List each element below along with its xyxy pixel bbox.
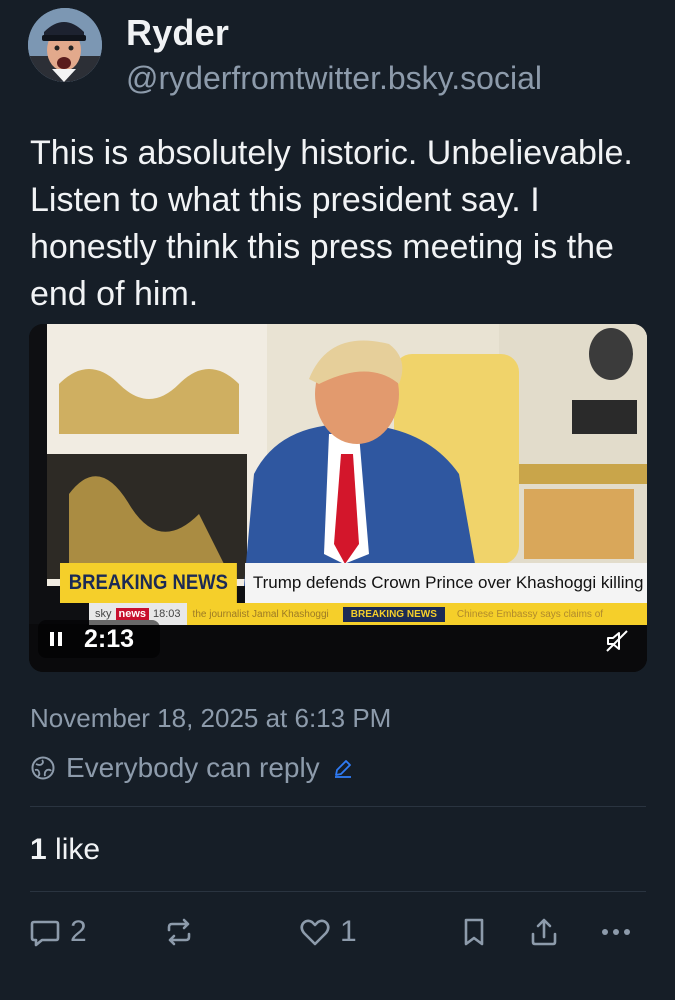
share-button[interactable] (527, 915, 561, 949)
like-count: 1 (340, 915, 357, 948)
post-timestamp: November 18, 2025 at 6:13 PM (30, 703, 392, 733)
video-time-remaining: 2:13 (84, 624, 135, 653)
reply-icon (30, 920, 60, 947)
pause-icon[interactable] (50, 632, 62, 646)
more-options-button[interactable] (598, 915, 634, 949)
news-ticker: BREAKING NEWS Trump defends Crown Prince… (60, 563, 647, 603)
post-text: This is absolutely historic. Unbelievabl… (30, 134, 633, 313)
video-play-pause-control[interactable]: 2:13 (38, 620, 160, 658)
subticker-breaking-label: BREAKING NEWS (342, 606, 445, 622)
likes-summary[interactable]: 1 like (30, 833, 100, 867)
repost-icon (167, 918, 191, 946)
likes-count: 1 (30, 833, 47, 866)
post-thread-view: Ryder @ryderfromtwitter.bsky.social This… (0, 0, 675, 1000)
divider (30, 806, 646, 807)
author-name[interactable]: Ryder (126, 12, 229, 54)
avatar-image (28, 8, 102, 82)
likes-label: like (55, 833, 101, 866)
reply-count: 2 (70, 915, 87, 948)
avatar[interactable] (28, 8, 102, 82)
bookmark-icon (464, 918, 484, 946)
bookmark-button[interactable] (458, 915, 490, 949)
news-subticker: sky news 18:03 the journalist Jamal Khas… (89, 603, 647, 625)
mute-icon[interactable] (604, 628, 630, 654)
reply-setting: Everybody can reply (30, 752, 354, 784)
repost-button[interactable] (162, 915, 196, 949)
globe-icon (31, 756, 55, 780)
ticker-breaking-label: BREAKING NEWS (60, 563, 237, 603)
share-icon (531, 918, 557, 946)
like-icon (300, 919, 330, 946)
edit-icon[interactable] (332, 757, 354, 779)
reply-setting-label: Everybody can reply (66, 752, 320, 783)
like-button[interactable]: 1 (298, 915, 357, 949)
subticker-text-2: Chinese Embassy says claims of (456, 608, 604, 620)
author-handle[interactable]: @ryderfromtwitter.bsky.social (126, 60, 542, 97)
more-icon (602, 929, 630, 935)
subticker-text: the journalist Jamal Khashoggi (192, 608, 329, 620)
ticker-headline: Trump defends Crown Prince over Khashogg… (244, 563, 647, 603)
divider (30, 891, 646, 892)
reply-button[interactable]: 2 (28, 915, 87, 949)
